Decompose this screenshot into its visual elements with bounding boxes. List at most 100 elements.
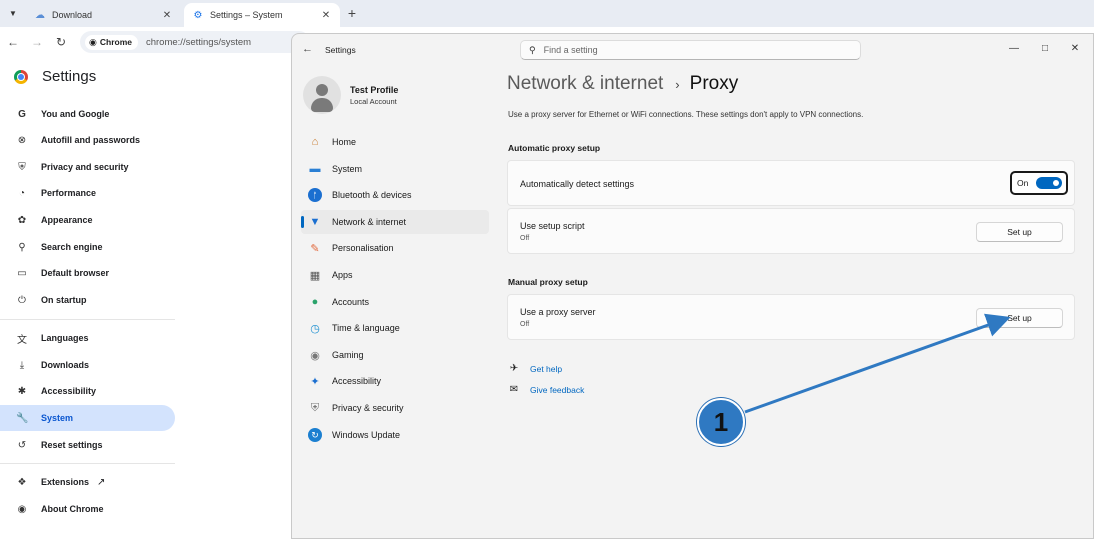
sidebar-item-extensions[interactable]: ❖ Extensions ↗ [0,469,175,495]
reload-icon[interactable]: ↻ [53,34,69,50]
sidebar-item-accessibility[interactable]: ✱ Accessibility [0,378,175,404]
nav-item-windows-update[interactable]: ↻ Windows Update [301,423,489,447]
nav-item-home[interactable]: ⌂ Home [301,130,489,154]
nav-item-apps[interactable]: ▦ Apps [301,263,489,287]
page-title: Proxy [689,73,739,94]
new-tab-button[interactable]: + [345,6,359,20]
shield-icon: ⛨ [18,161,26,173]
auto-detect-card: Automatically detect settings On [507,160,1075,206]
gamepad-icon: ◉ [310,349,320,362]
give-feedback-link[interactable]: ✉ Give feedback [508,384,585,395]
auto-detect-label: Automatically detect settings [520,179,635,189]
nav-label: Gaming [332,350,364,360]
chrome-settings-header: Settings [14,68,96,85]
setup-script-label: Use setup script [520,221,585,231]
search-icon: ⚲ [529,44,536,55]
auto-detect-toggle[interactable]: On [1010,171,1068,195]
profile-account-type: Local Account [350,96,397,106]
back-arrow-icon[interactable]: ← [5,34,21,50]
nav-label: Accounts [332,297,370,307]
nav-item-system[interactable]: ▬ System [301,157,489,181]
sidebar-item-performance[interactable]: ◔ Performance [0,180,175,206]
sidebar-item-system[interactable]: 🔧 System [0,405,175,431]
palette-icon: ✿ [17,214,27,226]
sidebar-item-label: Downloads [41,360,90,370]
forward-arrow-icon[interactable]: → [29,34,45,50]
nav-label: Apps [332,270,353,280]
person-icon: ● [311,296,319,308]
section-heading-automatic: Automatic proxy setup [508,143,601,153]
sidebar-item-label: Privacy and security [41,162,129,172]
give-feedback-label: Give feedback [530,384,585,395]
nav-label: Bluetooth & devices [332,190,412,200]
sidebar-item-label: Default browser [41,268,110,278]
tab-settings-system[interactable]: ⚙ Settings – System ✕ [184,3,340,27]
close-icon[interactable]: ✕ [161,9,173,21]
maximize-button[interactable]: □ [1030,38,1060,58]
nav-label: Personalisation [332,243,394,253]
sidebar-item-label: Extensions [41,477,90,487]
find-setting-input[interactable]: ⚲ Find a setting [520,40,861,60]
setup-script-card: Use setup script Off Set up [507,208,1075,254]
chrome-settings-sidebar: Settings G You and Google ⊗ Autofill and p… [0,58,300,539]
nav-label: System [332,164,363,174]
accessibility-icon: ✦ [310,375,320,388]
page-title: Settings [42,68,97,85]
sidebar-item-appearance[interactable]: ✿ Appearance [0,207,175,233]
nav-item-privacy[interactable]: ⛨ Privacy & security [301,396,489,420]
close-icon[interactable]: ✕ [320,9,332,21]
sidebar-item-languages[interactable]: 文 Languages [0,325,175,351]
nav-item-personalisation[interactable]: ✎ Personalisation [301,236,489,260]
sidebar-item-search-engine[interactable]: ⚲ Search engine [0,234,175,260]
reset-icon: ↺ [17,439,27,451]
sidebar-item-autofill[interactable]: ⊗ Autofill and passwords [0,127,175,153]
sidebar-item-reset-settings[interactable]: ↺ Reset settings [0,432,175,458]
nav-item-bluetooth[interactable]: ᚩ Bluetooth & devices [301,183,489,207]
close-button[interactable]: ✕ [1060,38,1090,58]
setup-script-button[interactable]: Set up [976,222,1063,242]
proxy-server-setup-button[interactable]: Set up [976,308,1063,328]
chrome-icon: ◉ [89,36,97,47]
breadcrumb-parent[interactable]: Network & internet [507,73,663,95]
breadcrumb: Network & internet › Proxy [507,73,738,95]
home-icon: ⌂ [311,136,319,148]
feedback-icon: ✉ [509,384,519,395]
sidebar-item-default-browser[interactable]: ▭ Default browser [0,260,175,286]
nav-label: Time & language [332,323,400,333]
translate-icon: 文 [17,334,27,346]
nav-label: Privacy & security [332,403,404,413]
wrench-icon: 🔧 [16,412,29,424]
tab-search-icon[interactable]: ▼ [5,5,21,21]
external-link-icon: ↗ [97,476,106,488]
nav-item-accounts[interactable]: ● Accounts [301,290,489,314]
nav-item-accessibility[interactable]: ✦ Accessibility [301,369,489,393]
window-titlebar: ← Settings ⚲ Find a setting — □ ✕ [292,34,1093,66]
back-arrow-icon[interactable]: ← [302,43,313,55]
sidebar-item-downloads[interactable]: ⤓ Downloads [0,352,175,378]
user-profile[interactable]: Test Profile Local Account [303,76,398,114]
sidebar-item-on-startup[interactable]: ⏻ On startup [0,287,175,313]
get-help-link[interactable]: ✈ Get help [508,363,562,374]
window-title: Settings [325,45,356,55]
sidebar-item-privacy[interactable]: ⛨ Privacy and security [0,154,175,180]
nav-item-network[interactable]: ▼ Network & internet [301,210,489,234]
toggle-knob [1053,180,1059,186]
shield-icon: ⛨ [310,401,320,414]
sidebar-item-label: Performance [41,188,97,198]
tab-download[interactable]: ☁ Download ✕ [26,3,181,27]
sidebar-item-label: Appearance [41,215,93,225]
address-bar[interactable]: ◉ Chrome chrome://settings/system [80,31,310,53]
nav-label: Home [332,137,357,147]
sidebar-item-you-and-google[interactable]: G You and Google [0,101,175,127]
globe-clock-icon: ◷ [310,322,320,335]
brush-icon: ✎ [310,242,320,255]
sidebar-item-about-chrome[interactable]: ◉ About Chrome [0,496,175,522]
site-info-chip[interactable]: ◉ Chrome [85,34,138,50]
nav-item-time-language[interactable]: ◷ Time & language [301,316,489,340]
tab-title: Settings – System [210,10,283,20]
chrome-logo-icon [14,69,28,84]
key-icon: ⊗ [17,134,27,146]
minimize-button[interactable]: — [999,38,1029,58]
sidebar-item-label: You and Google [41,109,110,119]
nav-item-gaming[interactable]: ◉ Gaming [301,343,489,367]
